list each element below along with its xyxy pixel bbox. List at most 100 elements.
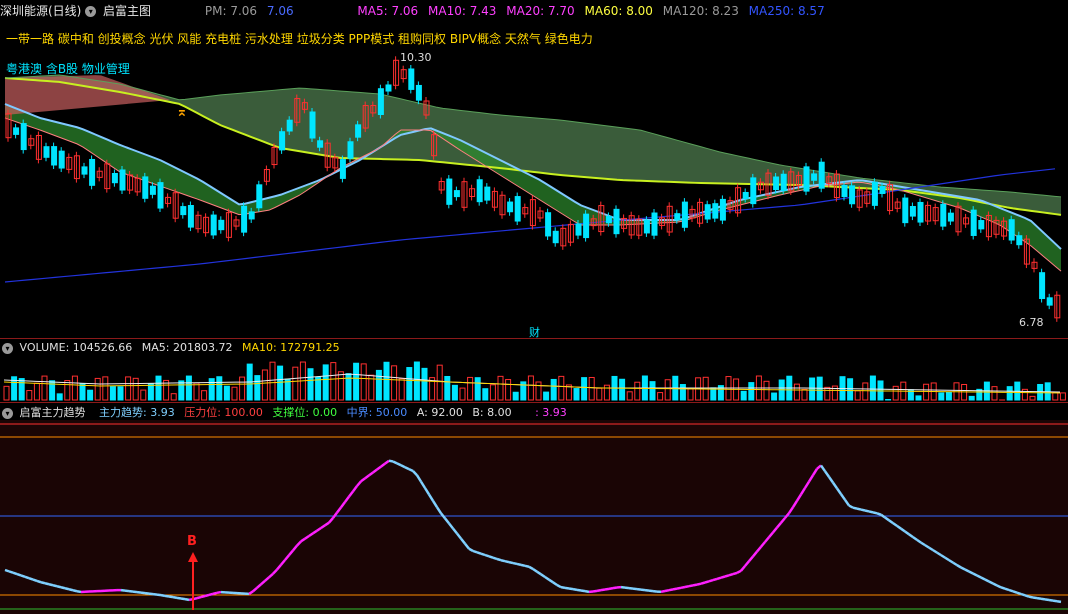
- high-price-label: 10.30: [400, 51, 432, 64]
- volume-bar: [201, 390, 208, 401]
- volume-ma10: [3, 377, 1061, 394]
- volume-bar: [375, 369, 382, 401]
- candle-body: [575, 223, 582, 236]
- volume-bar: [216, 376, 223, 401]
- volume-bar: [1059, 392, 1066, 401]
- trend-segment: [68, 588, 74, 592]
- trend-segment: [696, 582, 702, 586]
- volume-bar: [64, 380, 71, 401]
- trend-segment: [204, 593, 210, 598]
- trend-segment: [396, 462, 402, 467]
- volume-bar: [748, 382, 755, 401]
- trend-segment: [128, 589, 134, 593]
- candle-body: [545, 212, 552, 237]
- volume-bar: [56, 393, 63, 401]
- trend-segment: [564, 586, 570, 590]
- volume-bar: [451, 384, 458, 401]
- candle-body: [218, 219, 225, 231]
- candle-body: [187, 205, 194, 228]
- volume-bar: [330, 362, 337, 401]
- trend-segment: [712, 577, 718, 582]
- candle-body: [89, 158, 96, 186]
- volume-bar: [208, 378, 215, 401]
- trend-segment: [484, 553, 490, 558]
- trend-segment: [852, 506, 858, 510]
- volume-bar: [398, 378, 405, 401]
- volume-bar: [558, 375, 565, 401]
- volume-bar: [550, 378, 557, 401]
- trend-segment: [516, 562, 522, 567]
- candle-body: [940, 203, 947, 227]
- volume-bar: [18, 378, 25, 401]
- volume-bar: [421, 367, 428, 401]
- volume-bar: [968, 395, 975, 401]
- candle-body: [339, 159, 346, 179]
- trend-segment: [148, 592, 154, 596]
- candle-body: [20, 123, 27, 151]
- candle-body: [58, 150, 65, 169]
- volume-bar: [383, 361, 390, 401]
- volume-bar: [938, 392, 945, 401]
- candle-body: [476, 179, 483, 203]
- volume-bar: [535, 381, 542, 401]
- trend-segment: [24, 575, 30, 580]
- trend-segment: [60, 586, 66, 590]
- candlestick-chart[interactable]: [0, 0, 1068, 340]
- candle-body: [355, 124, 362, 138]
- candle-body: [681, 201, 688, 228]
- trend-segment: [56, 585, 62, 589]
- trend-segment: [856, 507, 862, 511]
- trend-segment: [660, 589, 666, 594]
- volume-bar: [801, 388, 808, 401]
- trend-segment: [692, 583, 698, 587]
- trend-chart[interactable]: [0, 402, 1068, 614]
- trend-segment: [496, 557, 502, 562]
- buy-marker: B: [187, 534, 197, 549]
- trend-segment: [876, 512, 882, 516]
- trend-segment: [508, 560, 514, 565]
- volume-bar: [193, 382, 200, 401]
- volume-bar: [474, 377, 481, 401]
- trend-segment: [1004, 587, 1010, 592]
- candle-body: [241, 205, 248, 233]
- candle-body: [111, 172, 118, 184]
- candle-body: [142, 176, 149, 199]
- volume-bar: [1029, 395, 1036, 401]
- candle-body: [742, 191, 749, 200]
- trend-segment: [144, 591, 150, 595]
- trend-segment: [1024, 594, 1030, 598]
- volume-bar: [307, 368, 314, 401]
- trend-segment: [36, 579, 42, 584]
- volume-bar: [603, 384, 610, 401]
- candle-body: [841, 184, 848, 198]
- volume-bar: [261, 369, 268, 401]
- trend-segment: [632, 587, 638, 591]
- trend-segment: [32, 578, 38, 583]
- volume-bar: [254, 375, 261, 401]
- trend-segment: [576, 588, 582, 592]
- trend-segment: [1000, 586, 1006, 590]
- volume-bar: [436, 364, 443, 401]
- volume-bar: [147, 383, 154, 401]
- candle-body: [879, 186, 886, 194]
- volume-bar: [239, 376, 246, 401]
- trend-segment: [1016, 591, 1022, 596]
- candle-body: [803, 166, 810, 192]
- trend-segment: [636, 587, 642, 591]
- volume-bar: [71, 375, 78, 401]
- candle-body: [613, 208, 620, 235]
- trend-segment: [140, 591, 146, 595]
- trend-segment: [476, 551, 482, 555]
- candle-body: [773, 176, 780, 191]
- trend-segment: [512, 561, 518, 566]
- candle-body: [902, 197, 909, 224]
- candle-body: [674, 213, 681, 221]
- candle-body: [947, 212, 954, 222]
- volume-chart[interactable]: [0, 338, 1068, 403]
- candle-body: [119, 169, 126, 191]
- volume-bar: [109, 386, 116, 401]
- trend-segment: [1036, 596, 1042, 600]
- volume-bar: [178, 380, 185, 401]
- trend-segment: [520, 563, 526, 568]
- trend-segment: [160, 593, 166, 598]
